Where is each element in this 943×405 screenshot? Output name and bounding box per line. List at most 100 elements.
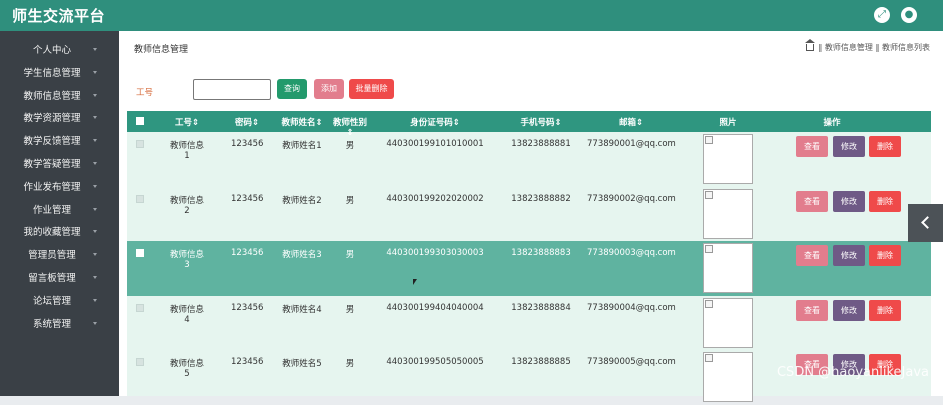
- sidebar-item-label: 学生信息管理: [23, 67, 81, 79]
- cell-password: 123456: [231, 248, 264, 258]
- column-header[interactable]: 密码⇕: [231, 116, 263, 128]
- sidebar-item[interactable]: 教师信息管理: [0, 87, 119, 107]
- column-header[interactable]: 工号⇕: [170, 116, 204, 128]
- select-all-checkbox[interactable]: [136, 117, 144, 125]
- home-icon[interactable]: [804, 39, 815, 51]
- sidebar-item[interactable]: 系统管理: [0, 315, 119, 335]
- cell-id: 教师信息4: [170, 304, 205, 325]
- row-checkbox[interactable]: [136, 140, 144, 148]
- sidebar-item[interactable]: 个人中心: [0, 41, 119, 61]
- chevron-down-icon: [93, 162, 97, 165]
- column-header[interactable]: 照片: [703, 116, 753, 128]
- column-header[interactable]: 教师姓名⇕: [278, 116, 326, 128]
- cell-password: 123456: [231, 193, 264, 204]
- sidebar-item-label: 教学反馈管理: [23, 136, 81, 148]
- cell-id: 教师信息2: [170, 195, 205, 216]
- sidebar-item[interactable]: 我的收藏管理: [0, 223, 119, 243]
- cell-email: 773890004@qq.com: [587, 302, 676, 313]
- cell-email: 773890001@qq.com: [587, 139, 676, 149]
- watermark: CSDN @haoyanlikeJava: [776, 365, 929, 380]
- sidebar-item-label: 教师信息管理: [23, 90, 81, 102]
- cell-id: 教师信息5: [170, 359, 205, 379]
- cell-email: 773890002@qq.com: [587, 193, 676, 204]
- chevron-down-icon: [93, 116, 97, 120]
- cell-email: 773890005@qq.com: [587, 357, 676, 367]
- delete-button[interactable]: 删除: [869, 190, 901, 212]
- edit-button[interactable]: 修改: [833, 190, 865, 212]
- breadcrumb-text[interactable]: ‖ 教师信息管理 ‖ 教师信息列表: [818, 43, 930, 52]
- cell-phone: 13823888885: [511, 357, 571, 367]
- sidebar-item[interactable]: 论坛管理: [0, 292, 119, 312]
- cell-gender: 男: [345, 304, 355, 315]
- top-bar: 师生交流平台 ⤢ ●: [0, 0, 943, 31]
- sidebar-item[interactable]: 作业发布管理: [0, 178, 119, 198]
- column-header[interactable]: 身份证号码⇕: [375, 116, 495, 128]
- row-checkbox[interactable]: [136, 249, 144, 257]
- teacher-table: 工号⇕ 密码⇕ 教师姓名⇕ 教师性别⇕ 身份证号码⇕ 手机号码⇕ 邮箱⇕ 照片 操作 教师信息1…: [127, 111, 931, 402]
- cell-email: 773890003@qq.com: [587, 248, 676, 258]
- fullscreen-icon[interactable]: ⤢: [874, 7, 890, 23]
- table-header: 工号⇕ 密码⇕ 教师姓名⇕ 教师性别⇕ 身份证号码⇕ 手机号码⇕ 邮箱⇕ 照片 操作: [127, 111, 931, 138]
- view-button[interactable]: 查看: [796, 190, 828, 212]
- column-header[interactable]: 邮箱⇕: [587, 116, 675, 128]
- delete-button[interactable]: 删除: [869, 299, 901, 321]
- cell-id-card: 440300199404040004: [386, 302, 484, 313]
- row-checkbox[interactable]: [136, 194, 144, 203]
- sidebar-item-label: 个人中心: [32, 45, 71, 56]
- chevron-down-icon: [93, 230, 97, 234]
- delete-button[interactable]: 删除: [869, 136, 901, 157]
- chevron-down-icon: [93, 70, 97, 74]
- page-title: 教师信息管理: [134, 45, 189, 55]
- table-row[interactable]: 教师信息3 123456 教师姓名3 男 440300199303030003 13823…: [127, 241, 931, 296]
- search-label: 工号: [136, 88, 154, 98]
- cell-password: 123456: [231, 139, 264, 149]
- add-button[interactable]: 添加: [314, 79, 344, 99]
- query-button[interactable]: 查询: [277, 79, 307, 99]
- cell-password: 123456: [231, 302, 264, 313]
- side-collapse-tab[interactable]: [908, 204, 943, 242]
- sidebar-item[interactable]: 管理员管理: [0, 246, 119, 266]
- table-row[interactable]: 教师信息4 123456 教师姓名4 男 440300199404040004 13823…: [127, 296, 931, 351]
- search-input[interactable]: [193, 79, 271, 100]
- column-header[interactable]: 手机号码⇕: [510, 116, 572, 128]
- row-checkbox[interactable]: [136, 358, 144, 366]
- column-header[interactable]: 操作: [787, 116, 877, 128]
- sidebar-item[interactable]: 作业管理: [0, 201, 119, 221]
- photo-placeholder: [703, 243, 753, 293]
- sidebar-item[interactable]: 教学反馈管理: [0, 132, 119, 152]
- cell-name: 教师姓名4: [282, 304, 322, 315]
- sidebar-item[interactable]: 教学资源管理: [0, 109, 119, 129]
- view-button[interactable]: 查看: [796, 136, 828, 157]
- view-button[interactable]: 查看: [796, 299, 828, 321]
- sidebar-item-label: 作业管理: [32, 204, 71, 216]
- row-checkbox[interactable]: [136, 303, 144, 312]
- sidebar-item[interactable]: 学生信息管理: [0, 64, 119, 84]
- batch-delete-button[interactable]: 批量删除: [349, 79, 394, 99]
- sidebar-item[interactable]: 留言板管理: [0, 269, 119, 289]
- sidebar-item-label: 教学资源管理: [23, 113, 81, 125]
- table-row[interactable]: 教师信息1 123456 教师姓名1 男 440300199101010001 13823…: [127, 132, 931, 187]
- chevron-down-icon: [93, 93, 97, 97]
- sidebar-item[interactable]: 教学答疑管理: [0, 155, 119, 175]
- sidebar-item-label: 我的收藏管理: [23, 227, 81, 239]
- user-icon[interactable]: ●: [901, 7, 917, 23]
- edit-button[interactable]: 修改: [833, 136, 865, 157]
- cell-gender: 男: [345, 359, 355, 369]
- cell-name: 教师姓名1: [282, 141, 322, 151]
- cell-gender: 男: [345, 141, 355, 151]
- cell-id-card: 440300199101010001: [386, 139, 484, 149]
- edit-button[interactable]: 修改: [833, 299, 865, 321]
- breadcrumb: ‖ 教师信息管理 ‖ 教师信息列表: [804, 39, 930, 53]
- delete-button[interactable]: 删除: [869, 245, 901, 266]
- main-content: 教师信息管理 ‖ 教师信息管理 ‖ 教师信息列表 工号 查询 添加 批量删除 工…: [119, 31, 943, 402]
- photo-placeholder: [703, 297, 753, 348]
- cell-name: 教师姓名3: [282, 250, 322, 260]
- edit-button[interactable]: 修改: [833, 245, 865, 266]
- chevron-down-icon: [93, 48, 97, 51]
- view-button[interactable]: 查看: [796, 245, 828, 266]
- sidebar-item-label: 教学答疑管理: [23, 159, 81, 170]
- cell-id-card: 440300199505050005: [386, 357, 484, 367]
- cell-id-card: 440300199303030003: [386, 248, 484, 258]
- table-row[interactable]: 教师信息2 123456 教师姓名2 男 440300199202020002 13823…: [127, 187, 931, 242]
- mouse-cursor-icon: [413, 279, 417, 285]
